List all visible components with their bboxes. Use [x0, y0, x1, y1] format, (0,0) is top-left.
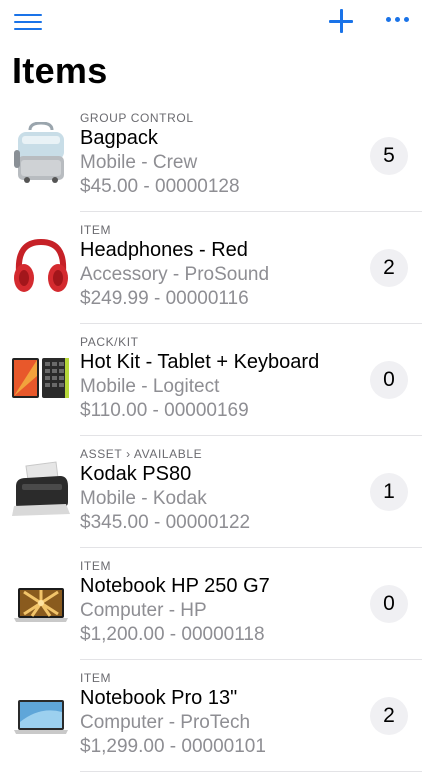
item-price-code: $110.00 - 00000169: [80, 400, 249, 421]
item-name: Notebook Pro 13": [80, 687, 238, 709]
quantity-badge: 2: [370, 249, 408, 287]
item-type-label: ITEM: [80, 223, 112, 237]
quantity-badge: 2: [370, 697, 408, 735]
item-category: Accessory - ProSound: [80, 264, 270, 285]
list-item[interactable]: ITEM Notebook Pro 13" Computer - ProTech…: [0, 660, 422, 772]
ellipsis-icon[interactable]: [386, 17, 412, 25]
item-name: Hot Kit - Tablet + Keyboard: [80, 351, 320, 373]
quantity-badge: 5: [370, 137, 408, 175]
item-price-code: $1,299.00 - 00000101: [80, 736, 266, 757]
hamburger-menu-icon[interactable]: [14, 12, 44, 32]
item-price-code: $45.00 - 00000128: [80, 176, 240, 197]
navigation-bar: [0, 0, 422, 44]
scanner-icon: [12, 458, 70, 520]
list-item[interactable]: ASSET › AVAILABLE Kodak PS80 Mobile - Ko…: [0, 436, 422, 548]
item-type-label: ASSET › AVAILABLE: [80, 447, 203, 461]
backpack-icon: [12, 121, 70, 184]
items-list: GROUP CONTROL Bagpack Mobile - Crew $45.…: [0, 100, 422, 772]
item-name: Notebook HP 250 G7: [80, 575, 270, 597]
item-type-label: ITEM: [80, 671, 112, 685]
item-name: Kodak PS80: [80, 463, 192, 485]
laptop-icon: [12, 570, 70, 632]
item-category: Computer - ProTech: [80, 712, 251, 733]
item-price-code: $345.00 - 00000122: [80, 512, 251, 533]
headphones-icon: [12, 234, 70, 296]
page-title: Items: [12, 50, 108, 91]
laptop-silver-icon: [12, 682, 70, 744]
item-category: Mobile - Logitect: [80, 376, 220, 397]
quantity-badge: 0: [370, 585, 408, 623]
item-category: Mobile - Kodak: [80, 488, 207, 509]
item-category: Computer - HP: [80, 600, 207, 621]
item-category: Mobile - Crew: [80, 152, 198, 173]
list-item[interactable]: GROUP CONTROL Bagpack Mobile - Crew $45.…: [0, 100, 422, 212]
item-type-label: PACK/KIT: [80, 335, 139, 349]
list-item[interactable]: ITEM Headphones - Red Accessory - ProSou…: [0, 212, 422, 324]
quantity-badge: 0: [370, 361, 408, 399]
plus-icon[interactable]: [328, 8, 354, 34]
list-item[interactable]: ITEM Notebook HP 250 G7 Computer - HP $1…: [0, 548, 422, 660]
tablet-keyboard-icon: [12, 346, 70, 408]
item-type-label: GROUP CONTROL: [80, 111, 194, 125]
item-name: Headphones - Red: [80, 239, 248, 261]
list-item[interactable]: PACK/KIT Hot Kit - Tablet + Keyboard Mob…: [0, 324, 422, 436]
item-name: Bagpack: [80, 127, 158, 149]
item-type-label: ITEM: [80, 559, 112, 573]
item-price-code: $249.99 - 00000116: [80, 288, 249, 309]
item-price-code: $1,200.00 - 00000118: [80, 624, 265, 645]
quantity-badge: 1: [370, 473, 408, 511]
